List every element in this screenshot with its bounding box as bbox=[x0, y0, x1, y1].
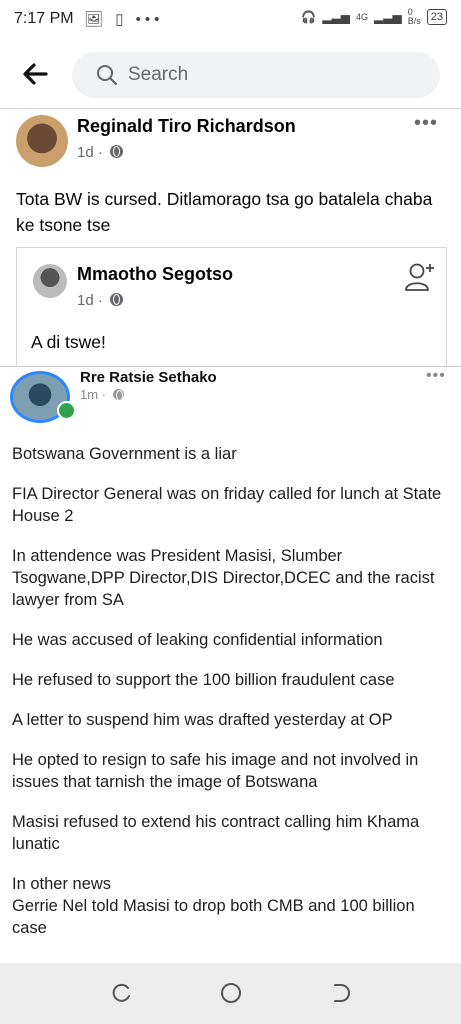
signal-icon: ▂▃▅ bbox=[322, 10, 351, 24]
battery-icon: 23 bbox=[426, 9, 447, 25]
shared-post-card[interactable]: Mmaotho Segotso 1d · A di tswe! bbox=[16, 247, 447, 366]
signal-icon-2: ▂▃▅ bbox=[374, 10, 402, 24]
status-notification-icons: 🖼 ▯ ••• bbox=[84, 11, 164, 28]
navigation-bar bbox=[0, 963, 461, 1024]
embedded-time: 1m bbox=[80, 387, 99, 402]
embedded-author: Rre Ratsie Sethako bbox=[80, 369, 217, 386]
embedded-meta: 1m · bbox=[80, 387, 124, 402]
embedded-paragraph: He opted to resign to safe his image and… bbox=[12, 751, 419, 791]
globe-icon bbox=[112, 389, 124, 401]
avatar[interactable] bbox=[16, 115, 68, 167]
network-type: 4G bbox=[356, 12, 369, 22]
shared-meta: 1d · bbox=[77, 292, 124, 309]
post-time: 1d bbox=[77, 144, 94, 161]
online-status-dot bbox=[57, 401, 76, 420]
embedded-paragraph: In attendence was President Masisi, Slum… bbox=[12, 547, 435, 609]
embedded-paragraph: FIA Director General was on friday calle… bbox=[12, 485, 442, 525]
status-bar: 7:17 PM 🖼 ▯ ••• 🎧 ▂▃▅ 4G ▂▃▅ 0 B/s 23 bbox=[0, 0, 461, 40]
embedded-paragraph: Masisi refused to extend his contract ca… bbox=[12, 813, 420, 853]
headset-icon: 🎧 bbox=[301, 10, 317, 24]
status-right-icons: 🎧 ▂▃▅ 4G ▂▃▅ 0 B/s 23 bbox=[301, 8, 447, 26]
post-text: Tota BW is cursed. Ditlamorago tsa go ba… bbox=[16, 189, 433, 235]
search-placeholder: Search bbox=[128, 64, 189, 85]
embedded-more-icon: ••• bbox=[426, 367, 446, 384]
recent-apps-icon[interactable] bbox=[109, 981, 133, 1005]
embedded-text: Botswana Government is a liar FIA Direct… bbox=[12, 443, 442, 957]
shared-text: A di tswe! bbox=[31, 332, 106, 352]
home-icon[interactable] bbox=[219, 981, 243, 1005]
search-input[interactable]: Search bbox=[72, 52, 440, 98]
back-nav-icon[interactable] bbox=[329, 981, 353, 1005]
embedded-paragraph: In other news Gerrie Nel told Masisi to … bbox=[12, 875, 415, 937]
globe-icon bbox=[110, 293, 124, 306]
embedded-paragraph: He refused to support the 100 billion fr… bbox=[12, 671, 395, 689]
post-author[interactable]: Reginald Tiro Richardson bbox=[77, 116, 296, 137]
add-friend-icon[interactable] bbox=[403, 260, 437, 294]
globe-icon bbox=[110, 145, 124, 158]
search-icon bbox=[96, 64, 118, 86]
data-speed: 0 B/s bbox=[407, 7, 421, 26]
shared-time: 1d bbox=[77, 292, 94, 309]
back-arrow-icon[interactable] bbox=[20, 60, 50, 88]
embedded-paragraph: He was accused of leaking confidential i… bbox=[12, 631, 383, 649]
status-time: 7:17 PM bbox=[14, 10, 74, 27]
post-image[interactable]: Rre Ratsie Sethako 1m · ••• Botswana Gov… bbox=[0, 366, 461, 964]
shared-author[interactable]: Mmaotho Segotso bbox=[77, 264, 233, 285]
more-options-icon[interactable]: ••• bbox=[414, 112, 438, 135]
app-header: Search bbox=[0, 40, 461, 109]
embedded-paragraph: Botswana Government is a liar bbox=[12, 445, 237, 463]
embedded-paragraph: A letter to suspend him was drafted yest… bbox=[12, 711, 393, 729]
post-meta: 1d · bbox=[77, 144, 124, 161]
shared-avatar[interactable] bbox=[33, 264, 67, 298]
